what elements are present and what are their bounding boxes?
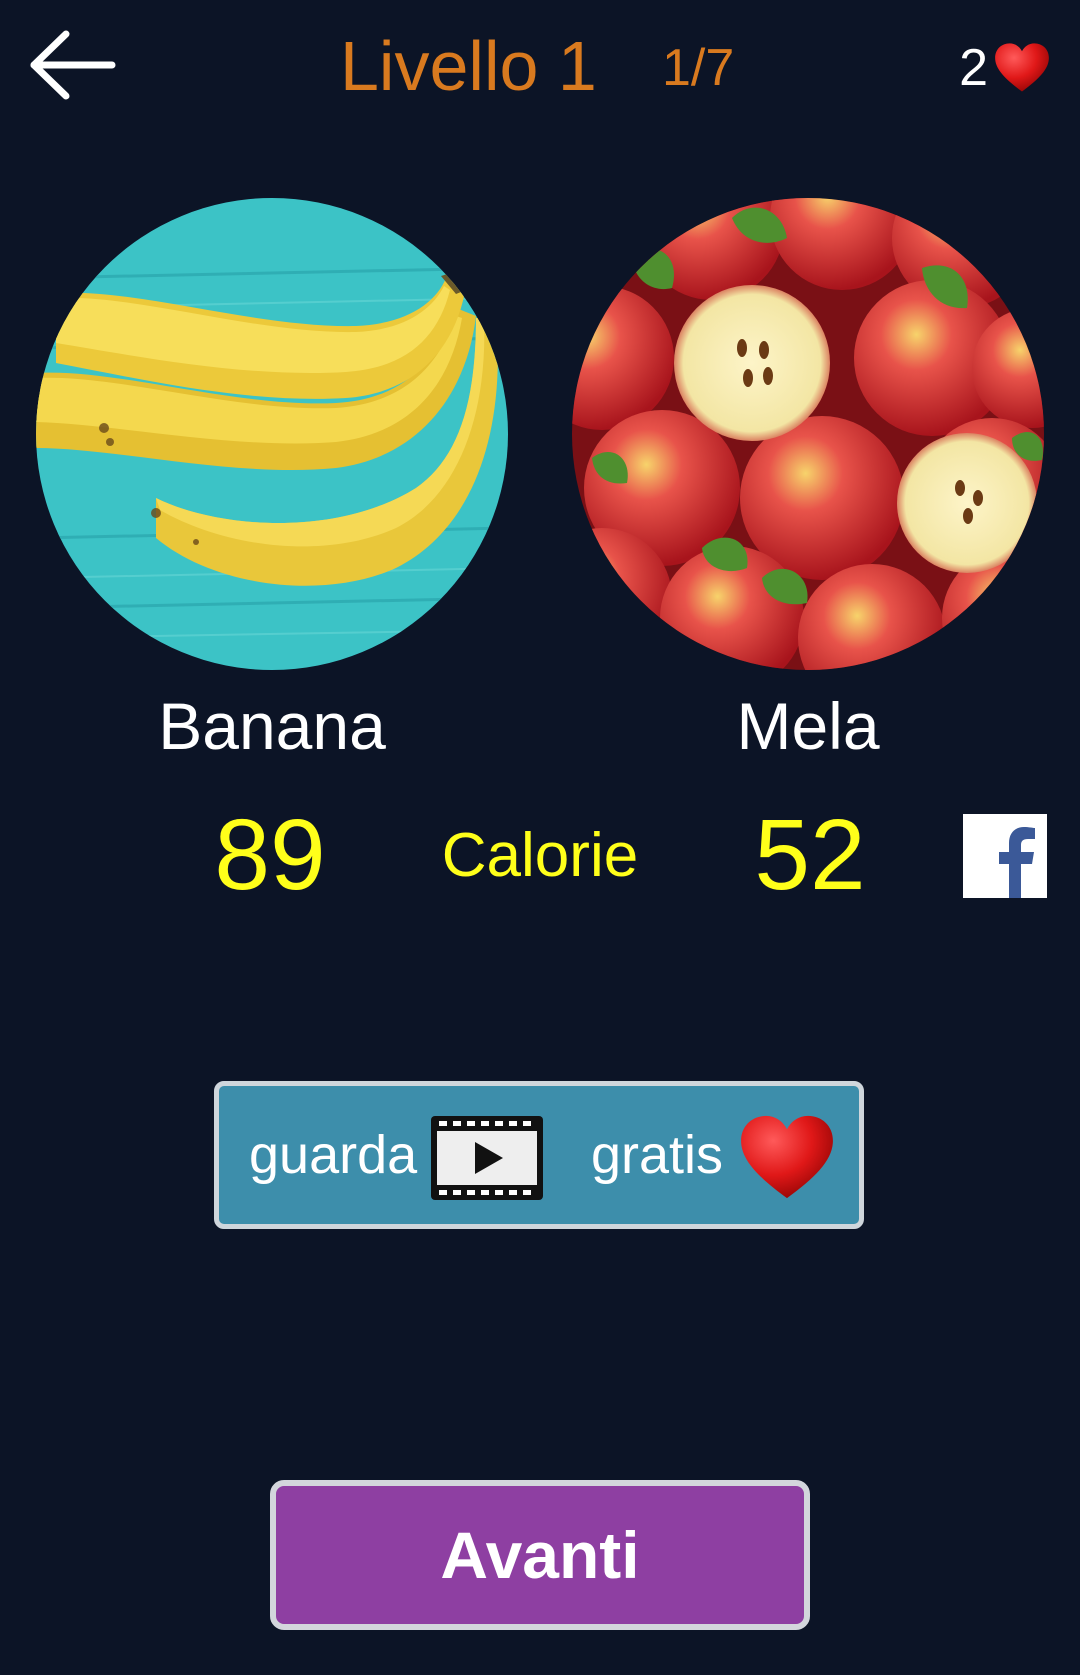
- facebook-icon: [963, 814, 1047, 898]
- game-screen: Livello 1 1/7 2 Banana Mela 89 Calorie 5…: [0, 0, 1080, 1675]
- question-progress: 1/7: [662, 39, 735, 97]
- apple-calories: 52: [754, 799, 866, 911]
- banana-name: Banana: [158, 689, 386, 763]
- heart-icon: [995, 43, 1049, 92]
- video-film-icon: [431, 1116, 543, 1200]
- comparison-label: Calorie: [441, 821, 639, 890]
- next-button[interactable]: Avanti: [270, 1480, 810, 1630]
- watch-video-free-life-button[interactable]: guarda gratis: [214, 1081, 864, 1229]
- lives-counter: 2: [959, 36, 1050, 100]
- apple-name: Mela: [736, 689, 880, 763]
- apple-image[interactable]: [572, 198, 1044, 670]
- lives-count: 2: [959, 39, 988, 97]
- heart-icon: [741, 1115, 833, 1199]
- banana-calories: 89: [214, 799, 326, 911]
- back-arrow-icon: [30, 30, 116, 100]
- next-button-label: Avanti: [440, 1518, 640, 1592]
- watch-label: guarda: [249, 1125, 418, 1185]
- banana-image[interactable]: [36, 198, 508, 670]
- free-label: gratis: [591, 1125, 724, 1185]
- facebook-share-button[interactable]: [963, 814, 1047, 898]
- back-button[interactable]: [28, 28, 118, 102]
- level-title: Livello 1: [340, 27, 597, 105]
